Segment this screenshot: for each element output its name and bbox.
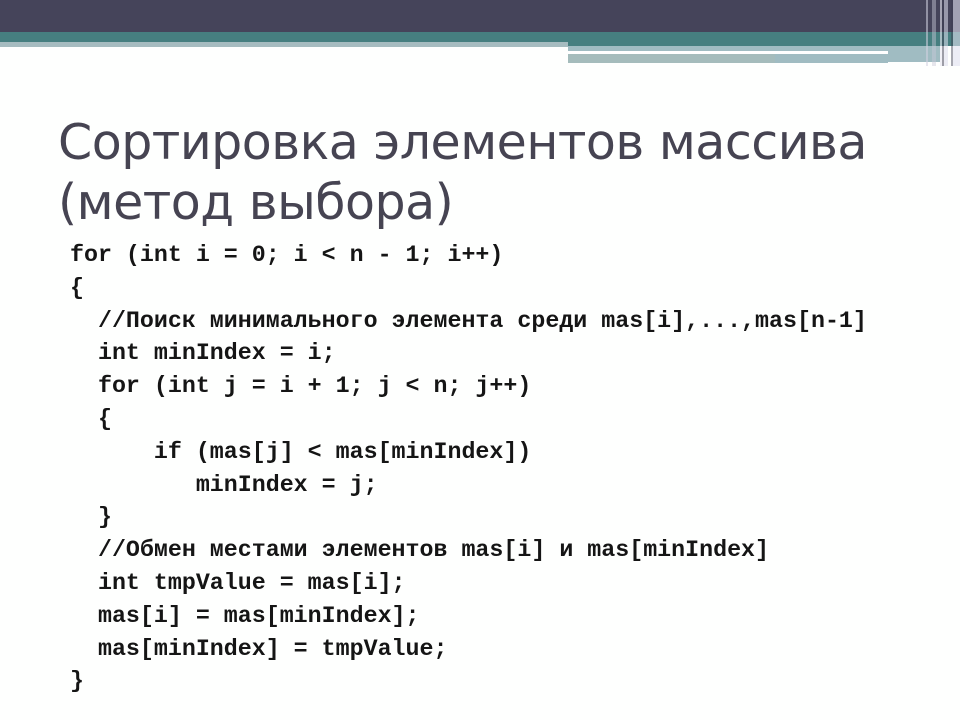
code-line: mas[i] = mas[minIndex];	[70, 602, 420, 629]
header-strip-gray-lower	[568, 54, 775, 63]
header-band-teal	[0, 32, 960, 42]
code-line: }	[70, 504, 112, 531]
code-line: //Обмен местами элементов mas[i] и mas[m…	[70, 537, 770, 564]
code-line: if (mas[j] < mas[minIndex])	[70, 438, 532, 465]
code-line: //Поиск минимального элемента среди mas[…	[70, 307, 867, 334]
code-line: minIndex = j;	[70, 471, 378, 498]
slide: Сортировка элементов массива (метод выбо…	[0, 0, 960, 720]
code-line: int minIndex = i;	[70, 340, 336, 367]
code-block: for (int i = 0; i < n - 1; i++) { //Поиск…	[70, 239, 867, 698]
code-line: mas[minIndex] = tmpValue;	[70, 635, 448, 662]
header-strip-gray-left	[0, 42, 568, 47]
header-strip-grayblue-lower-right	[775, 54, 888, 63]
code-line: for (int i = 0; i < n - 1; i++)	[70, 242, 504, 268]
code-line: {	[70, 274, 84, 301]
header-band-navy	[0, 0, 960, 32]
code-line: for (int j = i + 1; j < n; j++)	[70, 373, 532, 400]
header-vertical-stripes	[920, 0, 960, 66]
code-line: {	[70, 405, 112, 432]
slide-title: Сортировка элементов массива (метод выбо…	[58, 114, 867, 231]
code-line: }	[70, 668, 84, 695]
code-line: int tmpValue = mas[i];	[70, 569, 406, 596]
